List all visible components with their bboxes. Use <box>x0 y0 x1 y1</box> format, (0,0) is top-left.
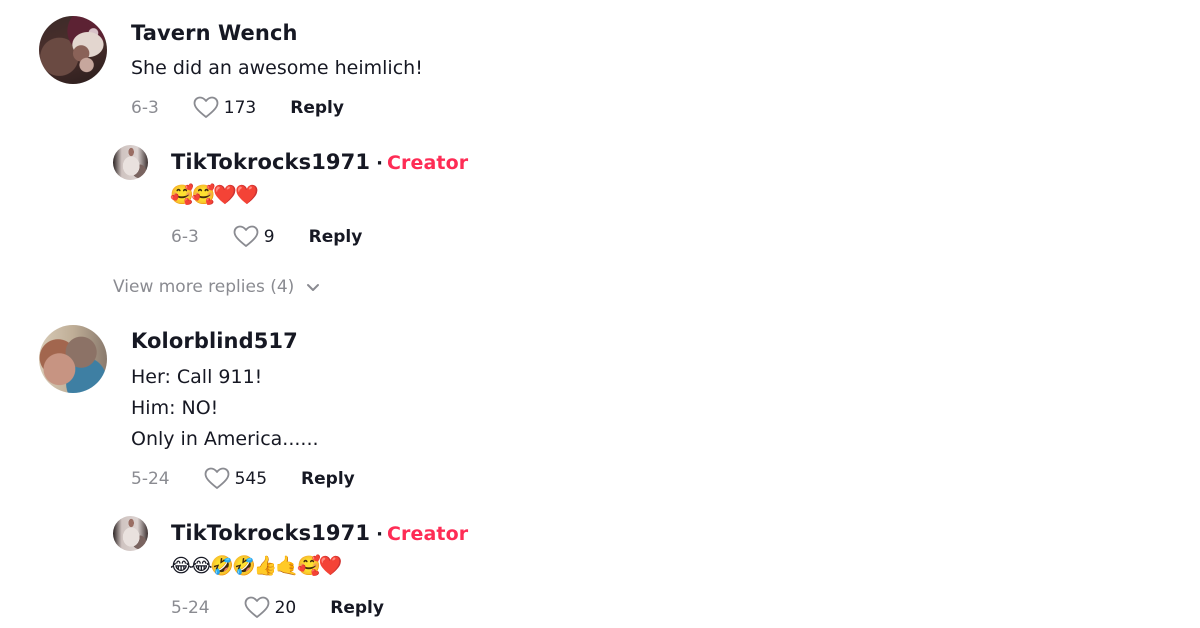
heart-outline-icon <box>244 596 269 618</box>
heart-outline-icon <box>233 225 259 247</box>
comment-actions: 5-24 545 Reply <box>131 467 355 490</box>
reply-actions: 5-24 20 Reply <box>171 596 384 619</box>
like-count: 545 <box>234 468 268 489</box>
comment-actions: 6-3 173 Reply <box>131 96 344 119</box>
avatar[interactable] <box>39 325 107 393</box>
like-button[interactable]: 173 <box>193 96 256 119</box>
heart-outline-icon <box>193 96 219 118</box>
reply-button[interactable]: Reply <box>330 598 384 618</box>
comment-text-line: Her: Call 911! <box>131 366 263 388</box>
avatar[interactable] <box>39 16 107 84</box>
avatar[interactable] <box>113 516 148 551</box>
heart-outline-icon <box>204 467 229 489</box>
like-count: 9 <box>263 226 275 247</box>
avatar[interactable] <box>113 145 148 180</box>
creator-badge: Creator <box>387 152 469 174</box>
comment-username[interactable]: Kolorblind517 <box>131 329 298 353</box>
reply-button[interactable]: Reply <box>309 227 363 247</box>
comment-text-line: Him: NO! <box>131 397 219 419</box>
creator-badge: Creator <box>387 523 469 545</box>
separator: · <box>376 153 384 174</box>
reply-username: TikTokrocks1971 · Creator <box>171 521 468 545</box>
like-button[interactable]: 9 <box>233 225 275 248</box>
comment-text: She did an awesome heimlich! <box>131 57 423 79</box>
reply-date: 6-3 <box>171 226 199 247</box>
comment-username[interactable]: Tavern Wench <box>131 21 298 45</box>
comment-date: 6-3 <box>131 97 159 118</box>
like-count: 173 <box>223 97 257 118</box>
reply-actions: 6-3 9 Reply <box>171 225 362 248</box>
reply-button[interactable]: Reply <box>290 98 344 118</box>
comment-date: 5-24 <box>131 468 170 489</box>
comment-text-line: Only in America...... <box>131 428 319 450</box>
view-more-replies-button[interactable]: View more replies (4) <box>113 277 320 297</box>
like-button[interactable]: 545 <box>204 467 267 490</box>
like-button[interactable]: 20 <box>244 596 297 619</box>
reply-username-text[interactable]: TikTokrocks1971 <box>171 150 370 174</box>
reply-text: 😂😂🤣🤣👍🤙🥰❤️ <box>170 555 342 577</box>
reply-text: 🥰🥰❤️❤️ <box>170 184 259 206</box>
like-count: 20 <box>274 597 297 618</box>
reply-date: 5-24 <box>171 597 210 618</box>
chevron-down-icon <box>307 283 320 291</box>
separator: · <box>376 524 384 545</box>
view-more-replies-label: View more replies (4) <box>113 277 295 297</box>
reply-username-text[interactable]: TikTokrocks1971 <box>171 521 370 545</box>
reply-username: TikTokrocks1971 · Creator <box>171 150 468 174</box>
reply-button[interactable]: Reply <box>301 469 355 489</box>
